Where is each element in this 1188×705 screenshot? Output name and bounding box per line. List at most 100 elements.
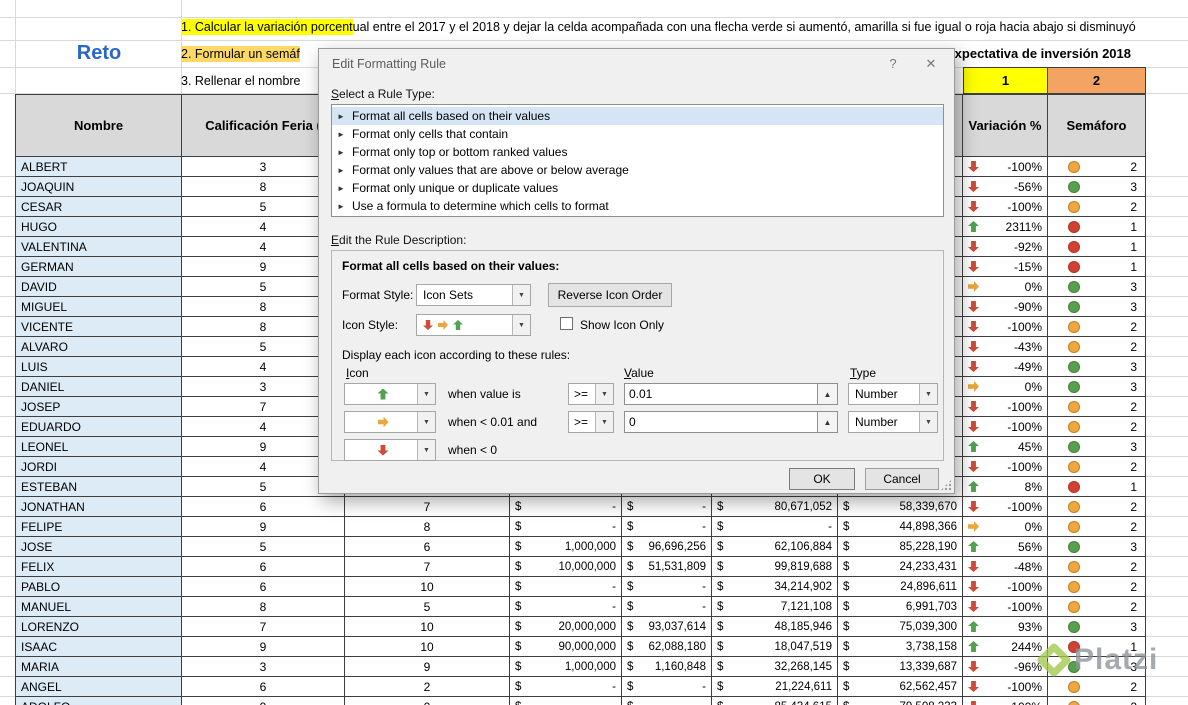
cell-inversion[interactable]: $62,106,884 <box>712 537 838 557</box>
cell-variacion[interactable]: -43% <box>963 337 1048 357</box>
cell-semaforo[interactable]: 3 <box>1048 297 1146 317</box>
resize-grip[interactable] <box>940 479 952 491</box>
cell-variacion[interactable]: -90% <box>963 297 1048 317</box>
cell-inversion[interactable]: $90,000,000 <box>510 637 622 657</box>
cell-inversion[interactable]: $- <box>510 597 622 617</box>
cell-variacion[interactable]: 2311% <box>963 217 1048 237</box>
cell-nombre[interactable]: DANIEL <box>15 377 182 397</box>
cell-nombre[interactable]: ESTEBAN <box>15 477 182 497</box>
cell-nombre[interactable]: ANGEL <box>15 677 182 697</box>
cell-variacion[interactable]: 0% <box>963 377 1048 397</box>
column-group-1-cell[interactable]: 1 <box>963 67 1048 94</box>
cell-inversion[interactable]: $62,562,457 <box>838 677 963 697</box>
rule-type-option-selected[interactable]: ► Format all cells based on their values <box>332 107 943 125</box>
dialog-titlebar[interactable]: Edit Formatting Rule <box>319 49 954 79</box>
cell-calificacion-2[interactable]: 9 <box>345 657 510 677</box>
rule-type-option[interactable]: ► Use a formula to determine which cells … <box>332 197 943 215</box>
cell-semaforo[interactable]: 2 <box>1048 397 1146 417</box>
operator-select-2[interactable]: >= ▼ <box>568 411 614 433</box>
cell-variacion[interactable]: 56% <box>963 537 1048 557</box>
cell-variacion[interactable]: -15% <box>963 257 1048 277</box>
cell-inversion[interactable]: $- <box>510 517 622 537</box>
cell-semaforo[interactable]: 2 <box>1048 697 1146 705</box>
cell-inversion[interactable]: $93,037,614 <box>622 617 712 637</box>
cell-inversion[interactable]: $- <box>622 697 712 705</box>
cell-variacion[interactable]: -100% <box>963 317 1048 337</box>
cell-nombre[interactable]: VALENTINA <box>15 237 182 257</box>
icon-select-2[interactable]: ▼ <box>344 411 436 433</box>
cell-semaforo[interactable]: 2 <box>1048 497 1146 517</box>
chevron-down-icon[interactable]: ▼ <box>919 384 937 404</box>
cell-nombre[interactable]: FELIX <box>15 557 182 577</box>
cell-calificacion-2[interactable]: 7 <box>345 557 510 577</box>
value-input-1[interactable] <box>625 384 817 404</box>
cell-variacion[interactable]: -100% <box>963 417 1048 437</box>
cell-inversion[interactable]: $1,000,000 <box>510 657 622 677</box>
cell-variacion[interactable]: -92% <box>963 237 1048 257</box>
cell-semaforo[interactable]: 1 <box>1048 477 1146 497</box>
cell-semaforo[interactable]: 1 <box>1048 257 1146 277</box>
cell-nombre[interactable]: MANUEL <box>15 597 182 617</box>
cell-nombre[interactable]: JOSEP <box>15 397 182 417</box>
cell-semaforo[interactable]: 2 <box>1048 157 1146 177</box>
cell-calificacion-2[interactable]: 6 <box>345 537 510 557</box>
cell-semaforo[interactable]: 1 <box>1048 217 1146 237</box>
cell-inversion[interactable]: $6,991,703 <box>838 597 963 617</box>
close-icon[interactable]: ✕ <box>918 56 944 74</box>
cell-calificacion-1[interactable]: 5 <box>182 537 345 557</box>
cell-nombre[interactable]: ALBERT <box>15 157 182 177</box>
cell-variacion[interactable]: 45% <box>963 437 1048 457</box>
cell-semaforo[interactable]: 1 <box>1048 237 1146 257</box>
cell-inversion[interactable]: $32,268,145 <box>712 657 838 677</box>
cell-nombre[interactable]: LUIS <box>15 357 182 377</box>
cell-inversion[interactable]: $96,696,256 <box>622 537 712 557</box>
type-select-2[interactable]: Number ▼ <box>848 411 938 433</box>
cell-nombre[interactable]: JOSE <box>15 537 182 557</box>
cell-nombre[interactable]: CESAR <box>15 197 182 217</box>
cell-inversion[interactable]: $79,508,233 <box>838 697 963 705</box>
icon-select-1[interactable]: ▼ <box>344 383 436 405</box>
cell-variacion[interactable]: -100% <box>963 697 1048 705</box>
cell-variacion[interactable]: -56% <box>963 177 1048 197</box>
cell-inversion[interactable]: $24,233,431 <box>838 557 963 577</box>
cell-calificacion-2[interactable]: 8 <box>345 517 510 537</box>
cell-inversion[interactable]: $20,000,000 <box>510 617 622 637</box>
cell-calificacion-1[interactable]: 9 <box>182 697 345 705</box>
cell-inversion[interactable]: $10,000,000 <box>510 557 622 577</box>
cell-inversion[interactable]: $- <box>622 497 712 517</box>
cell-semaforo[interactable]: 3 <box>1048 177 1146 197</box>
cell-variacion[interactable]: -48% <box>963 557 1048 577</box>
cell-inversion[interactable]: $51,531,809 <box>622 557 712 577</box>
cell-calificacion-1[interactable]: 9 <box>182 517 345 537</box>
cell-nombre[interactable]: ISAAC <box>15 637 182 657</box>
cell-semaforo[interactable]: 2 <box>1048 317 1146 337</box>
cell-variacion[interactable]: 0% <box>963 517 1048 537</box>
cell-calificacion-1[interactable]: 6 <box>182 677 345 697</box>
cell-calificacion-1[interactable]: 8 <box>182 597 345 617</box>
column-group-2-cell[interactable]: 2 <box>1047 67 1146 94</box>
chevron-down-icon[interactable]: ▼ <box>417 412 435 432</box>
cell-calificacion-1[interactable]: 6 <box>182 497 345 517</box>
cell-variacion[interactable]: -100% <box>963 157 1048 177</box>
cell-semaforo[interactable]: 2 <box>1048 197 1146 217</box>
rule-type-option[interactable]: ► Format only top or bottom ranked values <box>332 143 943 161</box>
operator-select-1[interactable]: >= ▼ <box>568 383 614 405</box>
cell-variacion[interactable]: -49% <box>963 357 1048 377</box>
cell-semaforo[interactable]: 2 <box>1048 457 1146 477</box>
show-icon-only-checkbox[interactable] <box>560 317 573 330</box>
chevron-down-icon[interactable]: ▼ <box>512 315 530 335</box>
cell-variacion[interactable]: -100% <box>963 577 1048 597</box>
cell-variacion[interactable]: -100% <box>963 397 1048 417</box>
cell-inversion[interactable]: $80,671,052 <box>712 497 838 517</box>
chevron-down-icon[interactable]: ▼ <box>417 440 435 460</box>
cell-nombre[interactable]: ADOLFO <box>15 697 182 705</box>
rule-type-option[interactable]: ► Format only values that are above or be… <box>332 161 943 179</box>
icon-select-3[interactable]: ▼ <box>344 439 436 461</box>
cell-inversion[interactable]: $75,039,300 <box>838 617 963 637</box>
cell-inversion[interactable]: $- <box>622 517 712 537</box>
cell-nombre[interactable]: ALVARO <box>15 337 182 357</box>
cell-semaforo[interactable]: 3 <box>1048 537 1146 557</box>
cell-inversion[interactable]: $34,214,902 <box>712 577 838 597</box>
cell-nombre[interactable]: VICENTE <box>15 317 182 337</box>
cell-semaforo[interactable]: 2 <box>1048 557 1146 577</box>
